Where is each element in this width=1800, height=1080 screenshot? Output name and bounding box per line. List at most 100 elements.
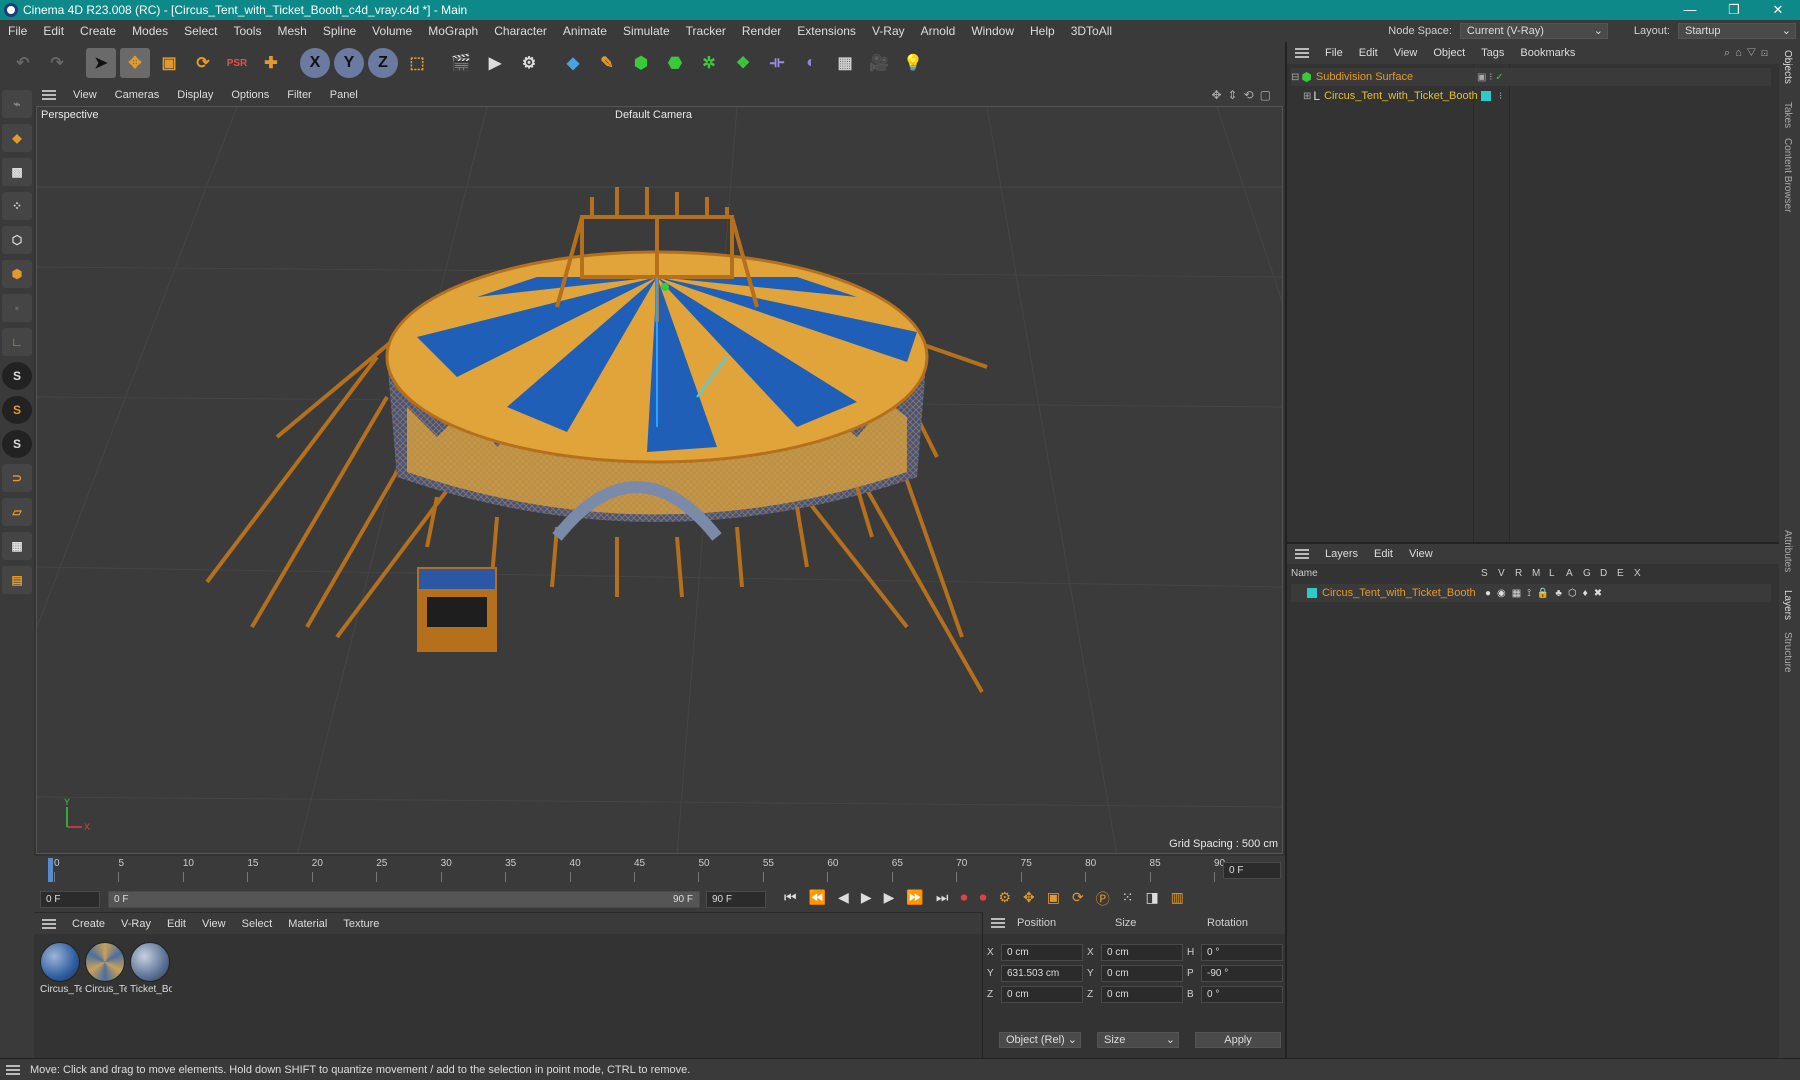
visibility-toggle-icon[interactable]: ▣ ⁝ ✓	[1477, 72, 1504, 83]
size-field[interactable]: 0 cm	[1101, 964, 1183, 982]
position-field[interactable]: 0 cm	[1001, 943, 1083, 961]
layer-column-header[interactable]: A	[1566, 568, 1573, 579]
motion-system-icon[interactable]: ◨	[1145, 889, 1158, 909]
objects-menu-object[interactable]: Object	[1425, 47, 1473, 59]
close-button[interactable]: ✕	[1756, 0, 1800, 20]
material-hamburger-icon[interactable]	[42, 918, 56, 929]
snap-icon[interactable]: S	[2, 362, 32, 390]
camera-icon[interactable]: 🎥	[864, 48, 894, 78]
make-editable-icon[interactable]: ⌁	[2, 90, 32, 118]
layer-column-header[interactable]: E	[1617, 568, 1624, 579]
frame-range-slider[interactable]: 0 F 90 F	[108, 890, 700, 908]
viewport-menu-display[interactable]: Display	[168, 89, 222, 101]
material-swatch[interactable]: Circus_Te	[40, 942, 82, 995]
object-name[interactable]: Circus_Tent_with_Ticket_Booth	[1324, 90, 1478, 102]
rotation-key-icon[interactable]: ⟳	[1072, 889, 1084, 909]
layer-color-icon[interactable]	[1307, 588, 1317, 598]
expand-icon[interactable]: ⊞	[1303, 91, 1311, 102]
render-view-icon[interactable]: ▶	[480, 48, 510, 78]
object-row[interactable]: ⊟ ⬢ Subdivision Surface ▣ ⁝ ✓	[1291, 68, 1771, 86]
menu-arnold[interactable]: Arnold	[913, 24, 964, 38]
cube-primitive-icon[interactable]: ◆	[558, 48, 588, 78]
layers-hamburger-icon[interactable]	[1295, 549, 1309, 559]
layer-color-tag-icon[interactable]	[1481, 91, 1491, 101]
subdivision-generator-icon[interactable]: ⬢	[626, 48, 656, 78]
material-menu-create[interactable]: Create	[64, 918, 113, 930]
point-level-key-icon[interactable]: ⁙	[1122, 889, 1134, 909]
menu-simulate[interactable]: Simulate	[615, 24, 678, 38]
add-tool-icon[interactable]: ✚	[256, 48, 286, 78]
viewport-menu-filter[interactable]: Filter	[278, 89, 320, 101]
material-menu-view[interactable]: View	[194, 918, 234, 930]
x-axis-lock-icon[interactable]: X	[300, 48, 330, 78]
autokey-icon[interactable]: ⏺	[979, 889, 986, 909]
snap-settings-icon[interactable]: S	[2, 396, 32, 424]
axis-mode-icon[interactable]: ∟	[2, 328, 32, 356]
minimize-button[interactable]: —	[1668, 0, 1712, 20]
coordinate-system-icon[interactable]: ⬚	[402, 48, 432, 78]
next-key-icon[interactable]: ⏩	[906, 889, 923, 909]
select-cursor-icon[interactable]: ➤	[86, 48, 116, 78]
previous-key-icon[interactable]: ⏪	[809, 889, 826, 909]
rotation-field[interactable]: 0 °	[1201, 943, 1283, 961]
menu-tracker[interactable]: Tracker	[678, 24, 734, 38]
size-field[interactable]: 0 cm	[1101, 943, 1183, 961]
y-axis-lock-icon[interactable]: Y	[334, 48, 364, 78]
locked-workplane-icon[interactable]: ▤	[2, 566, 32, 594]
timeline-ruler[interactable]: 0 5 10 15 20 25 30 35 40 45 50 55 60 65 70 75 80 85 90 0 F	[34, 856, 1285, 886]
model-mode-icon[interactable]: ◆	[2, 124, 32, 152]
tab-content-browser[interactable]: Content Browser	[1782, 138, 1793, 212]
keyframe-selection-icon[interactable]: ⚙	[998, 889, 1011, 909]
objects-menu-edit[interactable]: Edit	[1351, 47, 1386, 59]
z-axis-lock-icon[interactable]: Z	[368, 48, 398, 78]
magnet-icon[interactable]: ⊃	[2, 464, 32, 492]
menu-help[interactable]: Help	[1022, 24, 1063, 38]
redo-icon[interactable]: ↷	[42, 48, 72, 78]
layer-column-header[interactable]: R	[1515, 568, 1522, 579]
layer-column-header[interactable]: X	[1634, 568, 1641, 579]
menu-mesh[interactable]: Mesh	[269, 24, 314, 38]
material-menu-texture[interactable]: Texture	[335, 918, 387, 930]
maximize-button[interactable]: ❐	[1712, 0, 1756, 20]
scale-key-icon[interactable]: ▣	[1047, 889, 1060, 909]
viewport-menu-panel[interactable]: Panel	[321, 89, 367, 101]
size-mode-dropdown[interactable]: Size ⌄	[1097, 1032, 1179, 1048]
objects-hamburger-icon[interactable]	[1295, 48, 1309, 58]
layers-menu-view[interactable]: View	[1401, 548, 1441, 560]
position-key-icon[interactable]: ✥	[1023, 889, 1035, 909]
record-keys-icon[interactable]: ⏺	[960, 889, 967, 909]
material-menu-select[interactable]: Select	[234, 918, 281, 930]
layer-column-header[interactable]: S	[1481, 568, 1488, 579]
apply-button[interactable]: Apply	[1195, 1032, 1281, 1048]
visibility-dots-icon[interactable]: ⁝	[1499, 91, 1502, 102]
menu-modes[interactable]: Modes	[124, 24, 176, 38]
coordinates-hamburger-icon[interactable]	[991, 918, 1005, 928]
expand-icon[interactable]: ⊟	[1291, 72, 1299, 83]
parameter-key-icon[interactable]: Ⓟ	[1096, 889, 1110, 909]
objects-menu-file[interactable]: File	[1317, 47, 1351, 59]
menu-extensions[interactable]: Extensions	[789, 24, 864, 38]
start-frame-field[interactable]: 0 F	[40, 890, 100, 908]
object-row[interactable]: ⊞ L Circus_Tent_with_Ticket_Booth ⁝	[1303, 87, 1771, 105]
light-icon[interactable]: 💡	[898, 48, 928, 78]
undo-icon[interactable]: ↶	[8, 48, 38, 78]
material-swatch[interactable]: Circus_Te	[85, 942, 127, 995]
material-menu-material[interactable]: Material	[280, 918, 335, 930]
menu-select[interactable]: Select	[176, 24, 225, 38]
menu-animate[interactable]: Animate	[555, 24, 615, 38]
rotate-tool-icon[interactable]: ⟳	[188, 48, 218, 78]
size-field[interactable]: 0 cm	[1101, 985, 1183, 1003]
tab-objects[interactable]: Objects	[1782, 50, 1793, 84]
menu-file[interactable]: File	[0, 24, 35, 38]
rotation-field[interactable]: 0 °	[1201, 985, 1283, 1003]
objects-menu-view[interactable]: View	[1386, 47, 1426, 59]
tab-layers[interactable]: Layers	[1782, 590, 1793, 620]
tab-structure[interactable]: Structure	[1782, 632, 1793, 673]
layers-menu-edit[interactable]: Edit	[1366, 548, 1401, 560]
menu-spline[interactable]: Spline	[315, 24, 364, 38]
scale-tool-icon[interactable]: ▣	[154, 48, 184, 78]
cloner-icon[interactable]: ✲	[694, 48, 724, 78]
go-to-end-icon[interactable]: ⏭	[936, 889, 949, 909]
layer-column-header[interactable]: G	[1583, 568, 1591, 579]
psr-tool-icon[interactable]: PSR	[222, 48, 252, 78]
